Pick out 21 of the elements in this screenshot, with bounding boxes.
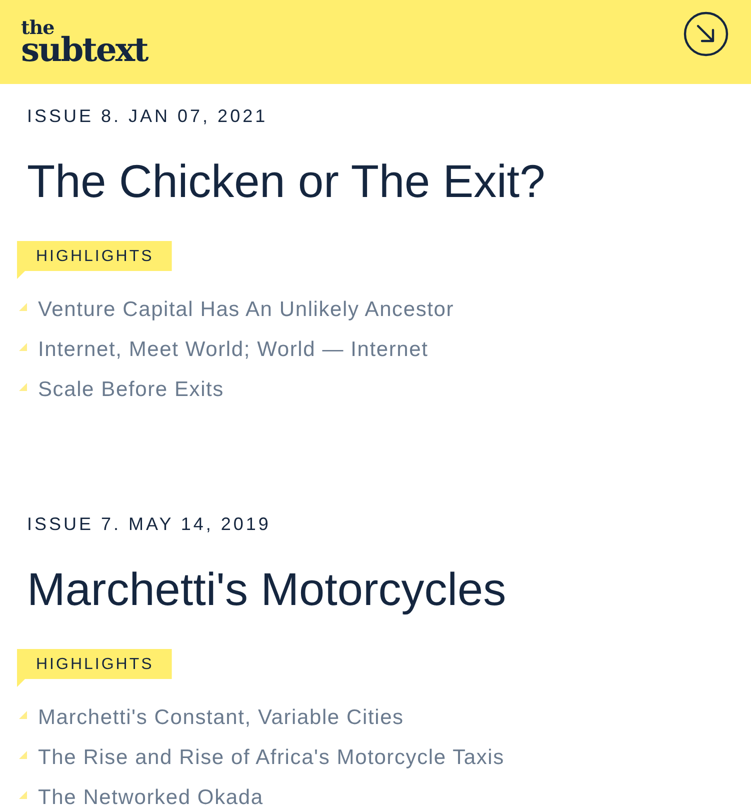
highlight-link[interactable]: The Rise and Rise of Africa's Motorcycle Taxis [38,745,504,771]
highlight-link[interactable]: Venture Capital Has An Unlikely Ancestor [38,297,454,323]
triangle-bullet-icon [19,751,27,759]
highlight-link[interactable]: The Networked Okada [38,785,264,811]
highlight-link[interactable]: Internet, Meet World; World — Internet [38,337,428,363]
triangle-bullet-icon [19,303,27,311]
issue-title[interactable]: The Chicken or The Exit? [27,156,546,206]
logo-text: the [21,20,54,36]
issue-date: ISSUE 8. JAN 07, 2021 [27,106,268,126]
logo-text: subtext [21,36,148,64]
triangle-bullet-icon [19,711,27,719]
highlight-link[interactable]: Marchetti's Constant, Variable Cities [38,705,404,731]
triangle-bullet-icon [19,383,27,391]
highlights-tag: HIGHLIGHTS [17,649,172,687]
triangle-bullet-icon [19,343,27,351]
highlights-tag: HIGHLIGHTS [17,241,172,279]
triangle-bullet-icon [19,791,27,799]
arrow-circle-button[interactable] [683,11,729,57]
highlight-link[interactable]: Scale Before Exits [38,377,224,403]
issue-date: ISSUE 7. MAY 14, 2019 [27,514,271,534]
issue-title[interactable]: Marchetti's Motorcycles [27,564,506,614]
